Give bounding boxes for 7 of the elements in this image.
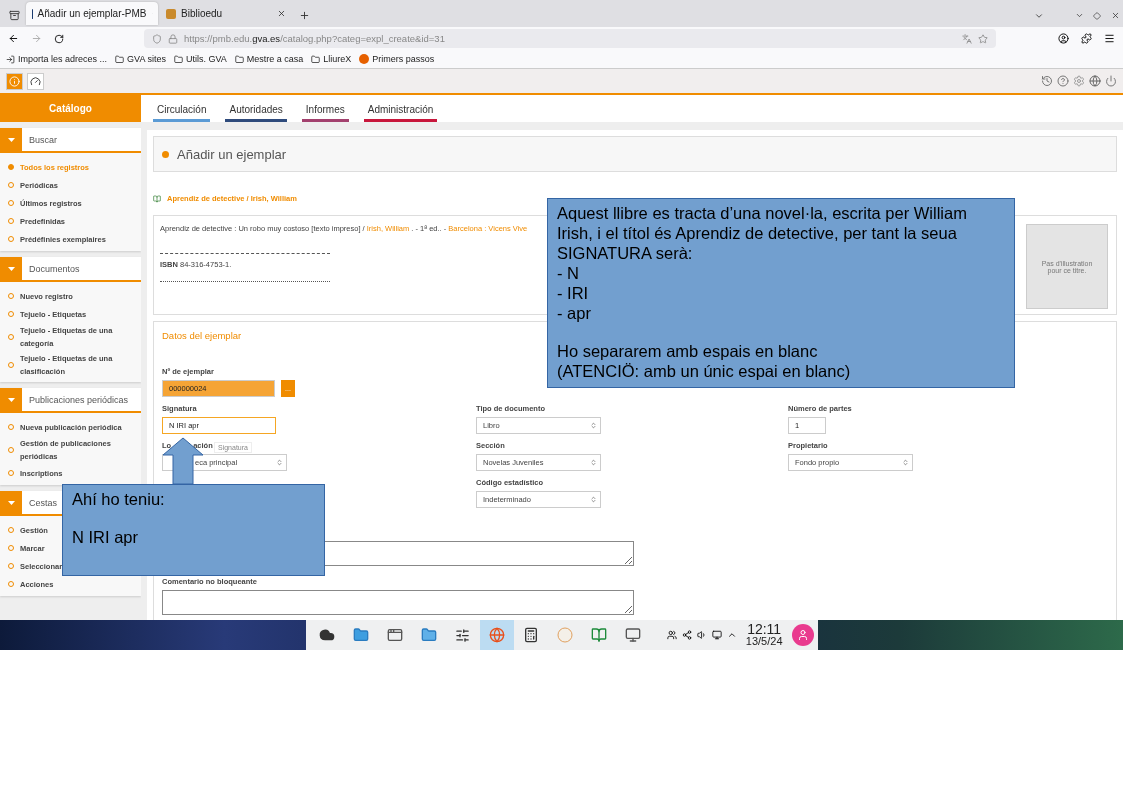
page-title: Añadir un ejemplar (177, 146, 287, 162)
callout-text: Ahí ho teniu: (72, 489, 166, 509)
callout-text: Aquest llibre es tracta d’una novel·la, escrita per William Irish, i el títol és Aprendiz de detective, per tant la seua SIGNATURA serà: - N - IRI - apr (557, 203, 968, 323)
callout-text: Ho separarem amb espais en blanc (ATENCIÖ: amb un únic espai en blanc) (557, 341, 852, 381)
module-header: Catálogo (0, 95, 141, 122)
section-title: Datos del ejemplar (162, 330, 243, 341)
callout-text: N IRI apr (72, 527, 140, 547)
